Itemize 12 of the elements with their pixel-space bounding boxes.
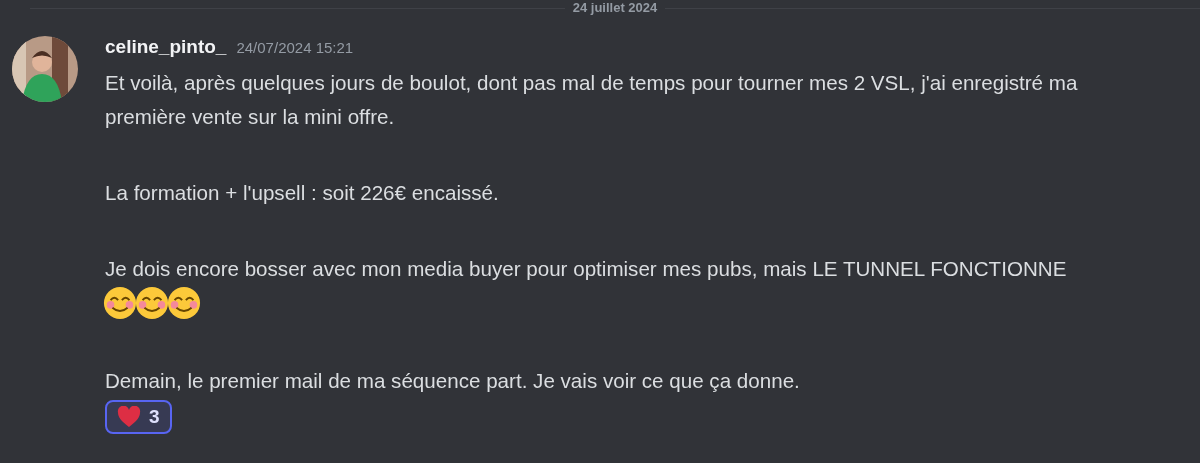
message-text: Et voilà, après quelques jours de boulot, dont pas mal de temps pour tourner mes 2 VSL, j'ai enregistré ma première vente sur la mini offre.	[105, 71, 1078, 128]
smiling-face-icon	[167, 286, 201, 320]
author-name[interactable]: celine_pinto_	[105, 36, 227, 58]
message-text: Demain, le premier mail de ma séquence part. Je vais voir ce que ça donne.	[105, 369, 800, 392]
date-divider-label: 24 juillet 2024	[572, 1, 658, 15]
message-timestamp: 24/07/2024 15:21	[236, 39, 354, 56]
heart-reaction[interactable]: 3	[105, 400, 172, 434]
message-text: Je dois encore bosser avec mon media buyer pour optimiser mes pubs, mais LE TUNNEL FONCTIONNE	[105, 257, 1067, 280]
smiling-face-icon	[135, 286, 169, 320]
smiling-face-icon	[103, 286, 137, 320]
message-text: La formation + l'upsell : soit 226€ encaissé.	[105, 181, 499, 204]
heart-icon	[117, 406, 141, 428]
